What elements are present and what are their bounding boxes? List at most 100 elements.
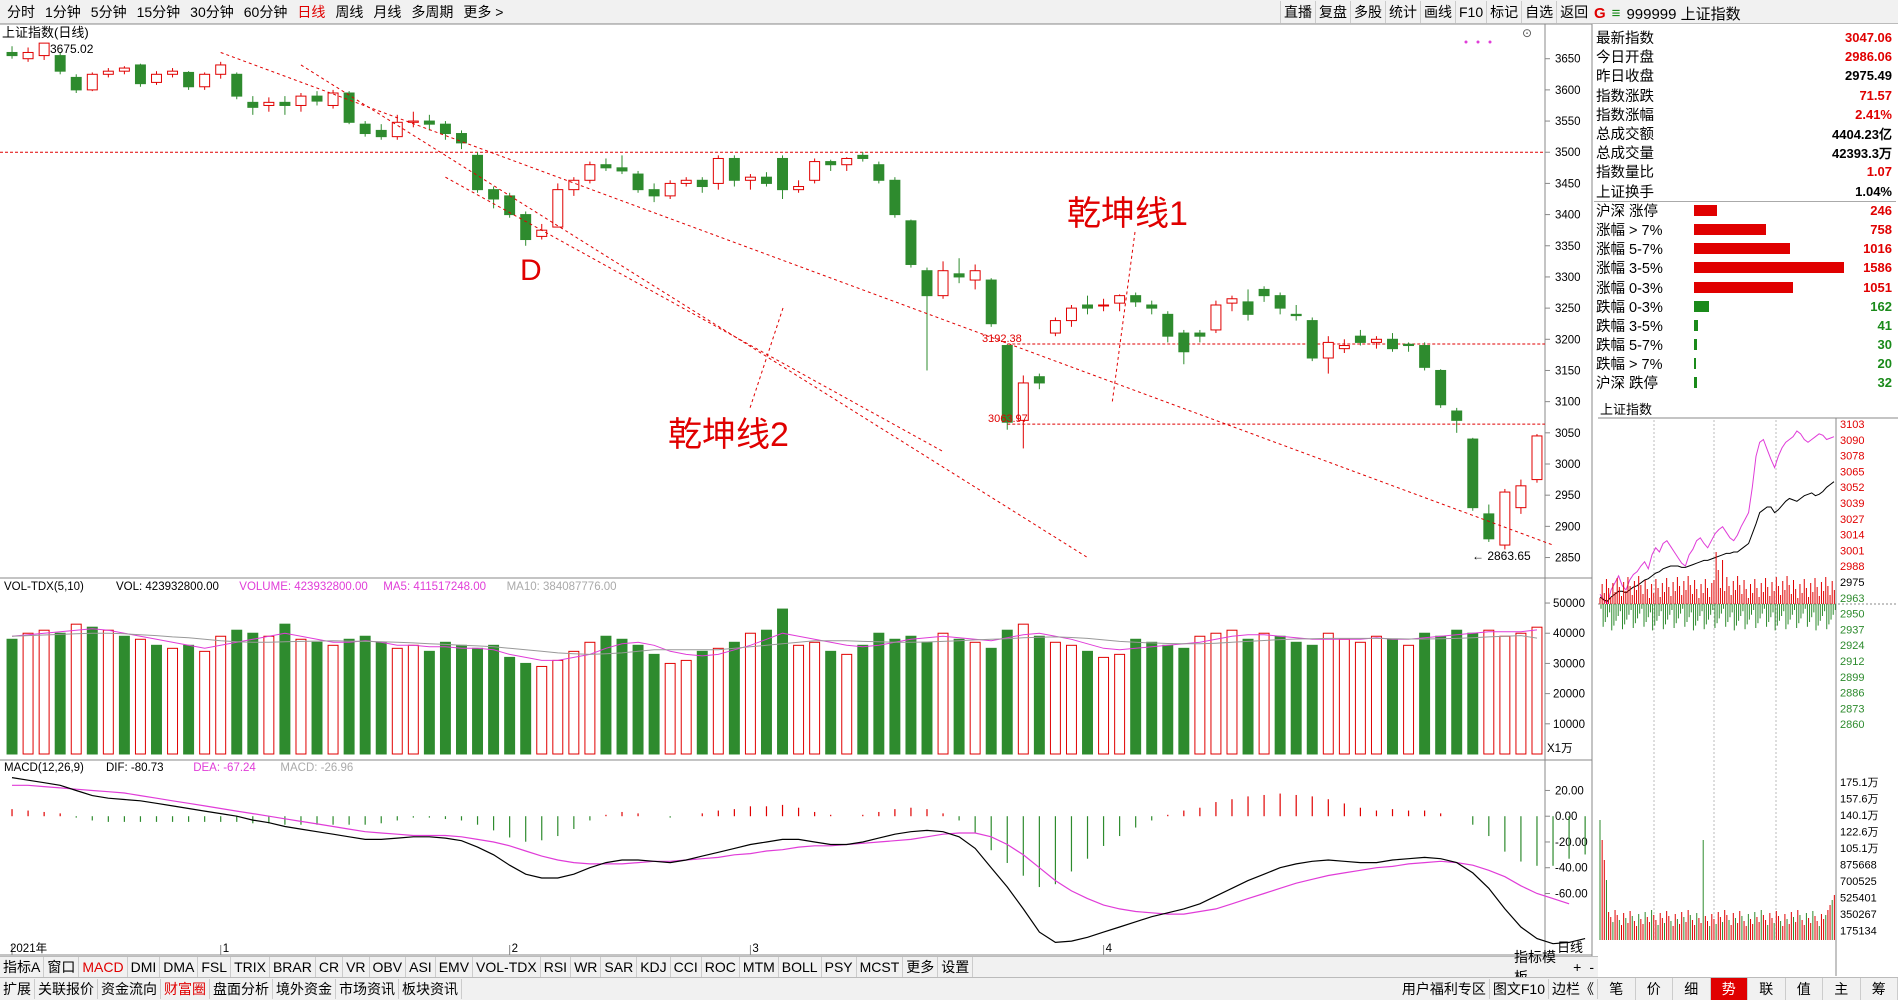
breadth-label: 涨幅 5-7% — [1596, 242, 1663, 259]
kline-tick-label: 3550 — [1555, 116, 1581, 128]
period-5[interactable]: 60分钟 — [239, 0, 293, 24]
indicator-tab-18[interactable]: CCI — [671, 957, 702, 977]
stat-label: 指数涨幅 — [1596, 107, 1654, 124]
ext-tab-5[interactable]: 境外资金 — [273, 979, 336, 999]
period-0[interactable]: 分时 — [2, 0, 40, 24]
mini-2[interactable]: - — [1585, 959, 1598, 975]
indicator-tab-22[interactable]: PSY — [822, 957, 857, 977]
vol-tick-label: 10000 — [1553, 719, 1585, 731]
indicator-tab-21[interactable]: BOLL — [779, 957, 822, 977]
right-tab-0[interactable]: 笔 — [1598, 978, 1636, 1000]
right-tab-3[interactable]: 势 — [1710, 978, 1748, 1000]
right-tab-2[interactable]: 细 — [1673, 978, 1711, 1000]
indicator-tab-6[interactable]: TRIX — [231, 957, 270, 977]
volume-bar — [777, 608, 789, 755]
stat-value: 2986.06 — [1845, 49, 1892, 65]
volume-bar — [1403, 644, 1415, 755]
indicator-tab-0[interactable]: 指标A — [0, 957, 45, 977]
period-8[interactable]: 月线 — [368, 0, 406, 24]
high-label: 3675.02 — [50, 42, 94, 56]
kline-tick-label: 3500 — [1555, 147, 1581, 159]
breadth-row: 涨幅 > 7% 758 — [1594, 220, 1896, 239]
indicator-tab-15[interactable]: WR — [571, 957, 602, 977]
indicator-tab-24[interactable]: 更多 — [903, 957, 939, 977]
intraday-tick-label: 3090 — [1840, 435, 1864, 447]
indicator-tab-13[interactable]: VOL-TDX — [473, 957, 541, 977]
indicator-tab-1[interactable]: 窗口 — [44, 957, 80, 977]
right-tab-6[interactable]: 主 — [1823, 978, 1861, 1000]
indicator-tab-3[interactable]: DMI — [128, 957, 161, 977]
indicator-tab-8[interactable]: CR — [316, 957, 344, 977]
right-tab-1[interactable]: 价 — [1636, 978, 1673, 1000]
period-selector: 分时 1分钟 5分钟 15分钟 30分钟 60分钟 日线 周线 月线 多周期 更多 > — [2, 0, 508, 24]
volume-bar — [70, 623, 82, 755]
tool-8[interactable]: 返回 — [1556, 1, 1591, 23]
indicator-tab-16[interactable]: SAR — [601, 957, 638, 977]
tool-6[interactable]: 标记 — [1486, 1, 1521, 23]
indicator-tab-20[interactable]: MTM — [740, 957, 779, 977]
volume-bar — [584, 641, 596, 755]
breadth-row: 跌幅 5-7% 30 — [1594, 335, 1896, 354]
period-1[interactable]: 1分钟 — [40, 0, 86, 24]
ext-tab-2[interactable]: 资金流向 — [98, 979, 161, 999]
candle-body — [1146, 304, 1158, 309]
indicator-tab-17[interactable]: KDJ — [637, 957, 671, 977]
candle-body — [873, 164, 885, 181]
indicator-tab-9[interactable]: VR — [343, 957, 370, 977]
tool-7[interactable]: 自选 — [1521, 1, 1556, 23]
period-6[interactable]: 日线 — [292, 0, 330, 24]
indicator-tab-11[interactable]: ASI — [406, 957, 436, 977]
candle-body — [279, 101, 291, 106]
right-tab-7[interactable]: 筹 — [1861, 978, 1898, 1000]
indicator-tab-10[interactable]: OBV — [370, 957, 407, 977]
ext-right-tab-1[interactable]: 图文F10 — [1490, 979, 1549, 999]
tool-1[interactable]: 复盘 — [1315, 1, 1350, 23]
tool-3[interactable]: 统计 — [1385, 1, 1420, 23]
indicator-tab-25[interactable]: 设置 — [938, 957, 974, 977]
kline-tick-label: 3450 — [1555, 178, 1581, 190]
period-4[interactable]: 30分钟 — [185, 0, 239, 24]
candle-body — [38, 42, 50, 57]
candle-body — [552, 189, 564, 228]
ext-tab-3[interactable]: 财富圈 — [161, 979, 210, 999]
macd-title: MACD(12,26,9) — [4, 762, 84, 774]
right-tab-4[interactable]: 联 — [1748, 978, 1786, 1000]
period-3[interactable]: 15分钟 — [132, 0, 186, 24]
intraday-vol-tick-label: 525401 — [1840, 893, 1877, 905]
tool-2[interactable]: 多股 — [1350, 1, 1385, 23]
indicator-tab-5[interactable]: FSL — [198, 957, 232, 977]
ext-right-tab-2[interactable]: 边栏《 — [1549, 979, 1598, 999]
menu-icon[interactable]: ≡ — [1612, 5, 1621, 22]
ext-tab-1[interactable]: 关联报价 — [35, 979, 98, 999]
right-tab-5[interactable]: 值 — [1786, 978, 1823, 1000]
tool-0[interactable]: 直播 — [1280, 1, 1315, 23]
ext-tab-4[interactable]: 盘面分析 — [210, 979, 273, 999]
stat-label: 总成交额 — [1596, 127, 1654, 144]
breadth-bar — [1694, 358, 1696, 370]
tool-5[interactable]: F10 — [1455, 1, 1486, 23]
indicator-tab-12[interactable]: EMV — [436, 957, 474, 977]
tool-4[interactable]: 画线 — [1420, 1, 1455, 23]
candle-body — [744, 176, 756, 181]
period-9[interactable]: 多周期 — [406, 0, 458, 24]
mini-1[interactable]: + — [1569, 959, 1585, 975]
ext-right-tab-0[interactable]: 用户福利专区 — [1399, 979, 1490, 999]
candle-body — [375, 129, 387, 138]
indicator-tab-23[interactable]: MCST — [857, 957, 904, 977]
volume-bar — [1194, 635, 1206, 755]
period-7[interactable]: 周线 — [330, 0, 368, 24]
volume-bar — [183, 644, 195, 755]
indicator-tab-14[interactable]: RSI — [541, 957, 572, 977]
ext-tab-0[interactable]: 扩展 — [0, 979, 35, 999]
indicator-tab-7[interactable]: BRAR — [270, 957, 316, 977]
ext-tab-6[interactable]: 市场资讯 — [336, 979, 399, 999]
candle-body — [600, 164, 612, 169]
period-2[interactable]: 5分钟 — [86, 0, 132, 24]
ext-tab-7[interactable]: 板块资讯 — [399, 979, 462, 999]
candle-body — [1322, 341, 1334, 359]
indicator-tab-2[interactable]: MACD — [79, 957, 128, 977]
indicator-tab-19[interactable]: ROC — [702, 957, 740, 977]
indicator-tab-4[interactable]: DMA — [160, 957, 199, 977]
candle-body — [985, 279, 997, 325]
period-10[interactable]: 更多 > — [458, 0, 508, 24]
